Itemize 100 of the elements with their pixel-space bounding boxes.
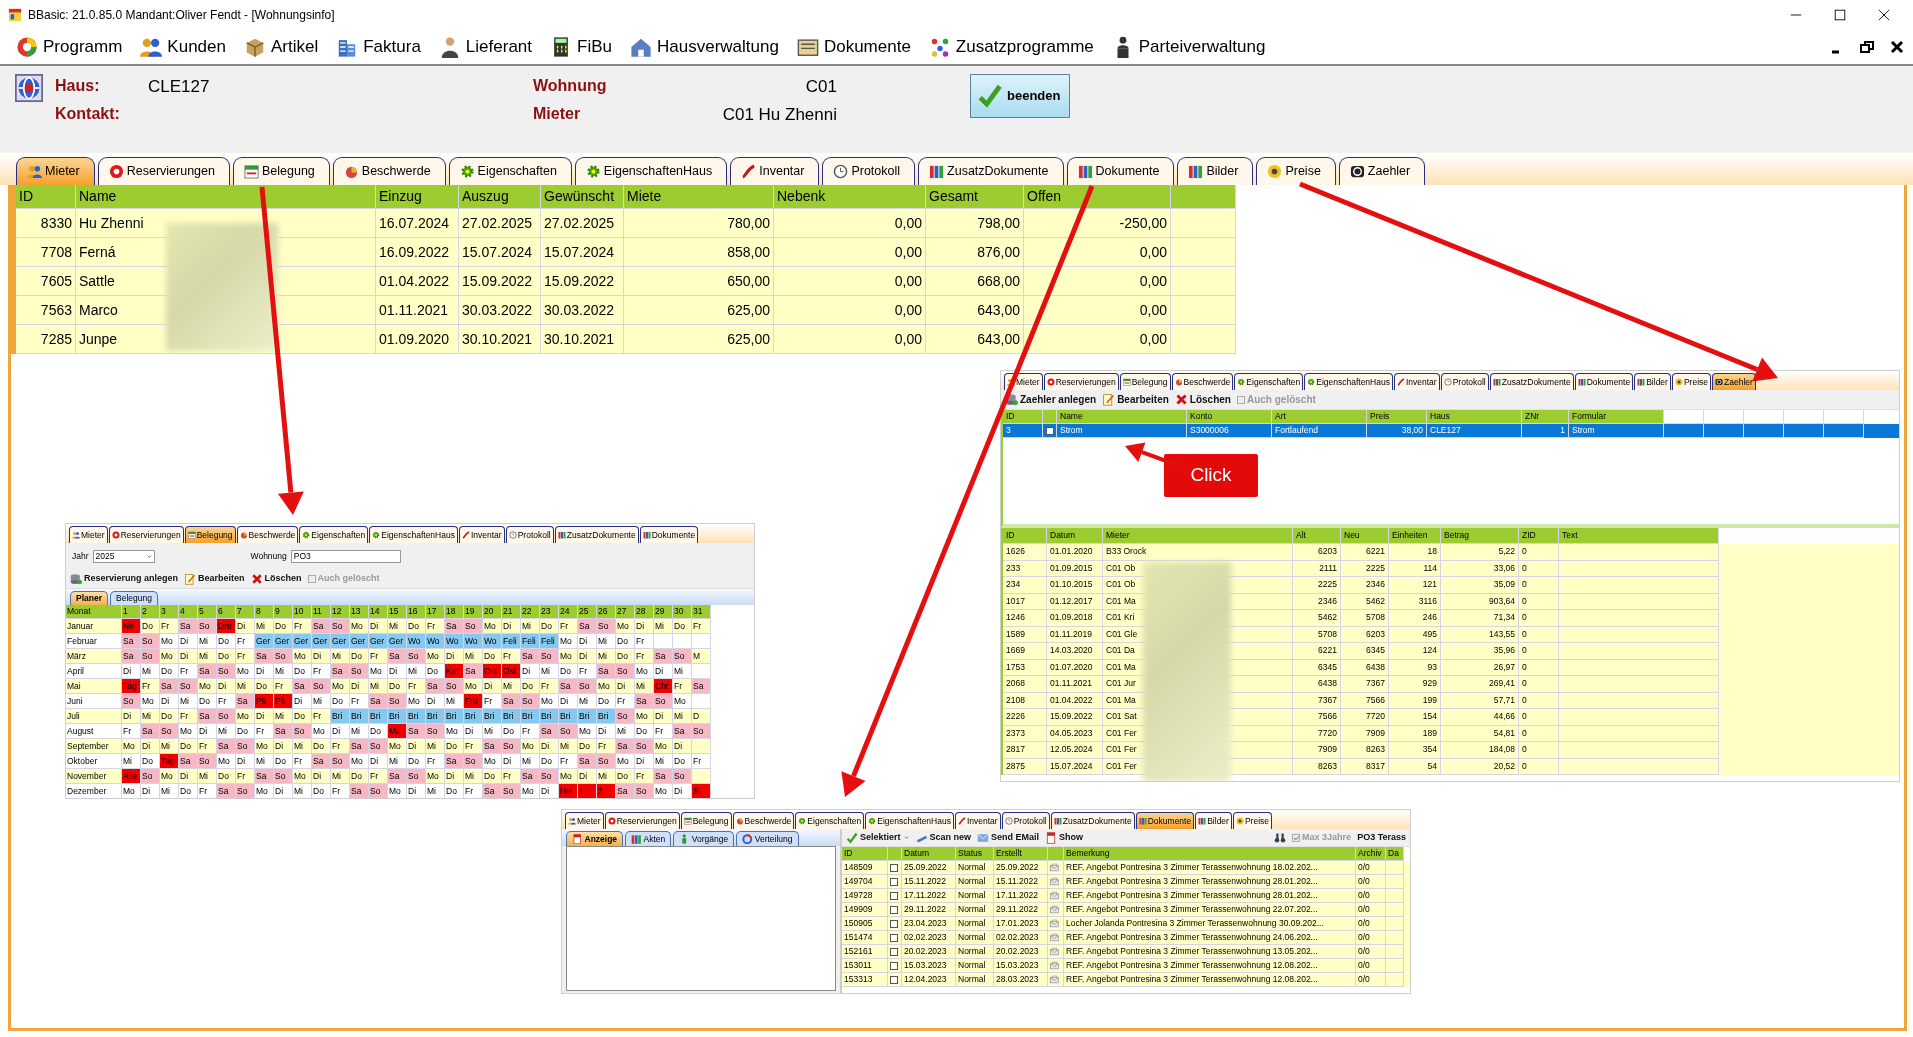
tab[interactable]: Beschwerde <box>732 812 795 829</box>
column-header[interactable]: Betrag <box>1441 528 1519 544</box>
tab[interactable]: Reservierungen <box>108 526 184 543</box>
tab[interactable]: Beschwerde <box>1171 373 1234 390</box>
column-header[interactable]: 31 <box>692 605 711 619</box>
column-header[interactable]: 27 <box>616 605 635 619</box>
column-header[interactable]: 23 <box>540 605 559 619</box>
tab[interactable]: Protokoll <box>1440 373 1489 390</box>
column-header[interactable]: 16 <box>407 605 426 619</box>
tab[interactable]: Mieter <box>69 526 108 543</box>
tab[interactable]: Inventar <box>1393 373 1440 390</box>
column-header[interactable]: 19 <box>464 605 483 619</box>
tab[interactable]: Bilder <box>1177 157 1254 185</box>
column-header[interactable]: 5 <box>198 605 217 619</box>
column-header[interactable]: Archiv <box>1356 847 1386 861</box>
menu-item[interactable]: Hausverwaltung <box>622 34 789 60</box>
column-header[interactable]: 11 <box>312 605 331 619</box>
tab[interactable]: ZusatzDokumente <box>1489 373 1574 390</box>
envelope-icon[interactable] <box>1050 891 1059 900</box>
checkbox[interactable] <box>890 961 898 970</box>
menu-item[interactable]: Parteiverwaltung <box>1103 34 1276 60</box>
toolbar-button[interactable]: Show <box>1045 830 1084 845</box>
tab[interactable]: Belegung <box>184 526 236 543</box>
tab[interactable]: Belegung <box>233 157 330 185</box>
tab[interactable]: Dokumente <box>639 526 699 543</box>
column-header[interactable]: Datum <box>1047 528 1103 544</box>
binoculars-icon[interactable] <box>1274 831 1287 844</box>
column-header[interactable]: Gesamt <box>926 185 1024 209</box>
menu-item[interactable]: Faktura <box>328 34 431 60</box>
tab[interactable]: ZusatzDokumente <box>554 526 639 543</box>
column-header[interactable] <box>1171 185 1236 209</box>
year-select[interactable]: 2025 <box>92 549 155 563</box>
tab[interactable]: Eigenschaften <box>795 812 865 829</box>
tab[interactable]: Preise <box>1671 373 1711 390</box>
tab[interactable]: Bilder <box>1634 373 1671 390</box>
tab[interactable]: Belegung <box>110 591 158 605</box>
column-header[interactable] <box>1744 410 1784 424</box>
menu-item[interactable]: Artikel <box>236 34 329 60</box>
toolbar-button[interactable]: Zaehler anlegen <box>1005 392 1097 407</box>
column-header[interactable]: 7 <box>236 605 255 619</box>
tab[interactable]: Reservierungen <box>1043 373 1119 390</box>
column-header[interactable]: Auszug <box>459 185 541 209</box>
menu-item[interactable]: Programm <box>8 34 133 60</box>
toolbar-button[interactable]: Scan new <box>915 830 972 845</box>
tab[interactable]: Reservierungen <box>97 157 230 185</box>
column-header[interactable]: 14 <box>369 605 388 619</box>
tab[interactable]: Preise <box>1256 157 1336 185</box>
envelope-icon[interactable] <box>1050 961 1059 970</box>
tab[interactable]: ZusatzDokumente <box>918 157 1064 185</box>
column-header[interactable]: Name <box>76 185 376 209</box>
column-header[interactable]: Datum <box>902 847 956 861</box>
column-header[interactable]: Name <box>1057 410 1187 424</box>
column-header[interactable]: Monat <box>66 605 122 619</box>
column-header[interactable]: 13 <box>350 605 369 619</box>
tab[interactable]: Bilder <box>1195 812 1232 829</box>
tab[interactable]: EigenschaftenHaus <box>574 157 728 185</box>
checkbox[interactable] <box>890 919 898 928</box>
column-header[interactable] <box>1824 410 1864 424</box>
tab[interactable]: Preise <box>1232 812 1272 829</box>
tab[interactable]: Protokoll <box>822 157 916 185</box>
tab[interactable]: Beschwerde <box>236 526 299 543</box>
column-header[interactable]: Haus <box>1427 410 1522 424</box>
tab[interactable]: Protokoll <box>1001 812 1050 829</box>
envelope-icon[interactable] <box>1050 905 1059 914</box>
checkbox[interactable] <box>890 905 898 914</box>
column-header[interactable]: 21 <box>502 605 521 619</box>
tab[interactable]: Dokumente <box>1066 157 1175 185</box>
column-header[interactable]: Alt <box>1293 528 1341 544</box>
column-header[interactable]: Konto <box>1187 410 1272 424</box>
column-header[interactable]: Formular <box>1569 410 1664 424</box>
column-header[interactable]: 28 <box>635 605 654 619</box>
column-header[interactable]: Einheiten <box>1389 528 1441 544</box>
checkbox[interactable] <box>890 863 898 872</box>
column-header[interactable]: Nebenk <box>774 185 926 209</box>
column-header[interactable]: Neu <box>1341 528 1389 544</box>
toolbar-button[interactable]: Reservierung anlegen <box>70 571 179 586</box>
maximize-icon[interactable] <box>1833 8 1847 22</box>
column-header[interactable]: 15 <box>388 605 407 619</box>
column-header[interactable]: 2 <box>141 605 160 619</box>
restore-icon[interactable] <box>1859 39 1875 55</box>
column-header[interactable]: Art <box>1272 410 1367 424</box>
tab[interactable]: Inventar <box>458 526 505 543</box>
tab[interactable]: Verteilung <box>736 831 799 846</box>
column-header[interactable]: Status <box>956 847 994 861</box>
tab[interactable]: Dokumente <box>1574 373 1634 390</box>
column-header[interactable] <box>1784 410 1824 424</box>
tab[interactable]: Eigenschaften <box>1234 373 1304 390</box>
tab[interactable]: Eigenschaften <box>299 526 369 543</box>
tab[interactable]: Dokumente <box>1135 812 1195 829</box>
column-header[interactable]: 12 <box>331 605 350 619</box>
tab[interactable]: Belegung <box>1119 373 1171 390</box>
column-header[interactable]: 1 <box>122 605 141 619</box>
checkbox[interactable] <box>890 947 898 956</box>
menu-item[interactable]: Dokumente <box>788 34 921 60</box>
column-header[interactable]: Preis <box>1367 410 1427 424</box>
column-header[interactable]: Offen <box>1024 185 1171 209</box>
column-header[interactable]: ZNr <box>1522 410 1569 424</box>
envelope-icon[interactable] <box>1050 947 1059 956</box>
column-header[interactable]: 30 <box>673 605 692 619</box>
tab[interactable]: Inventar <box>954 812 1001 829</box>
